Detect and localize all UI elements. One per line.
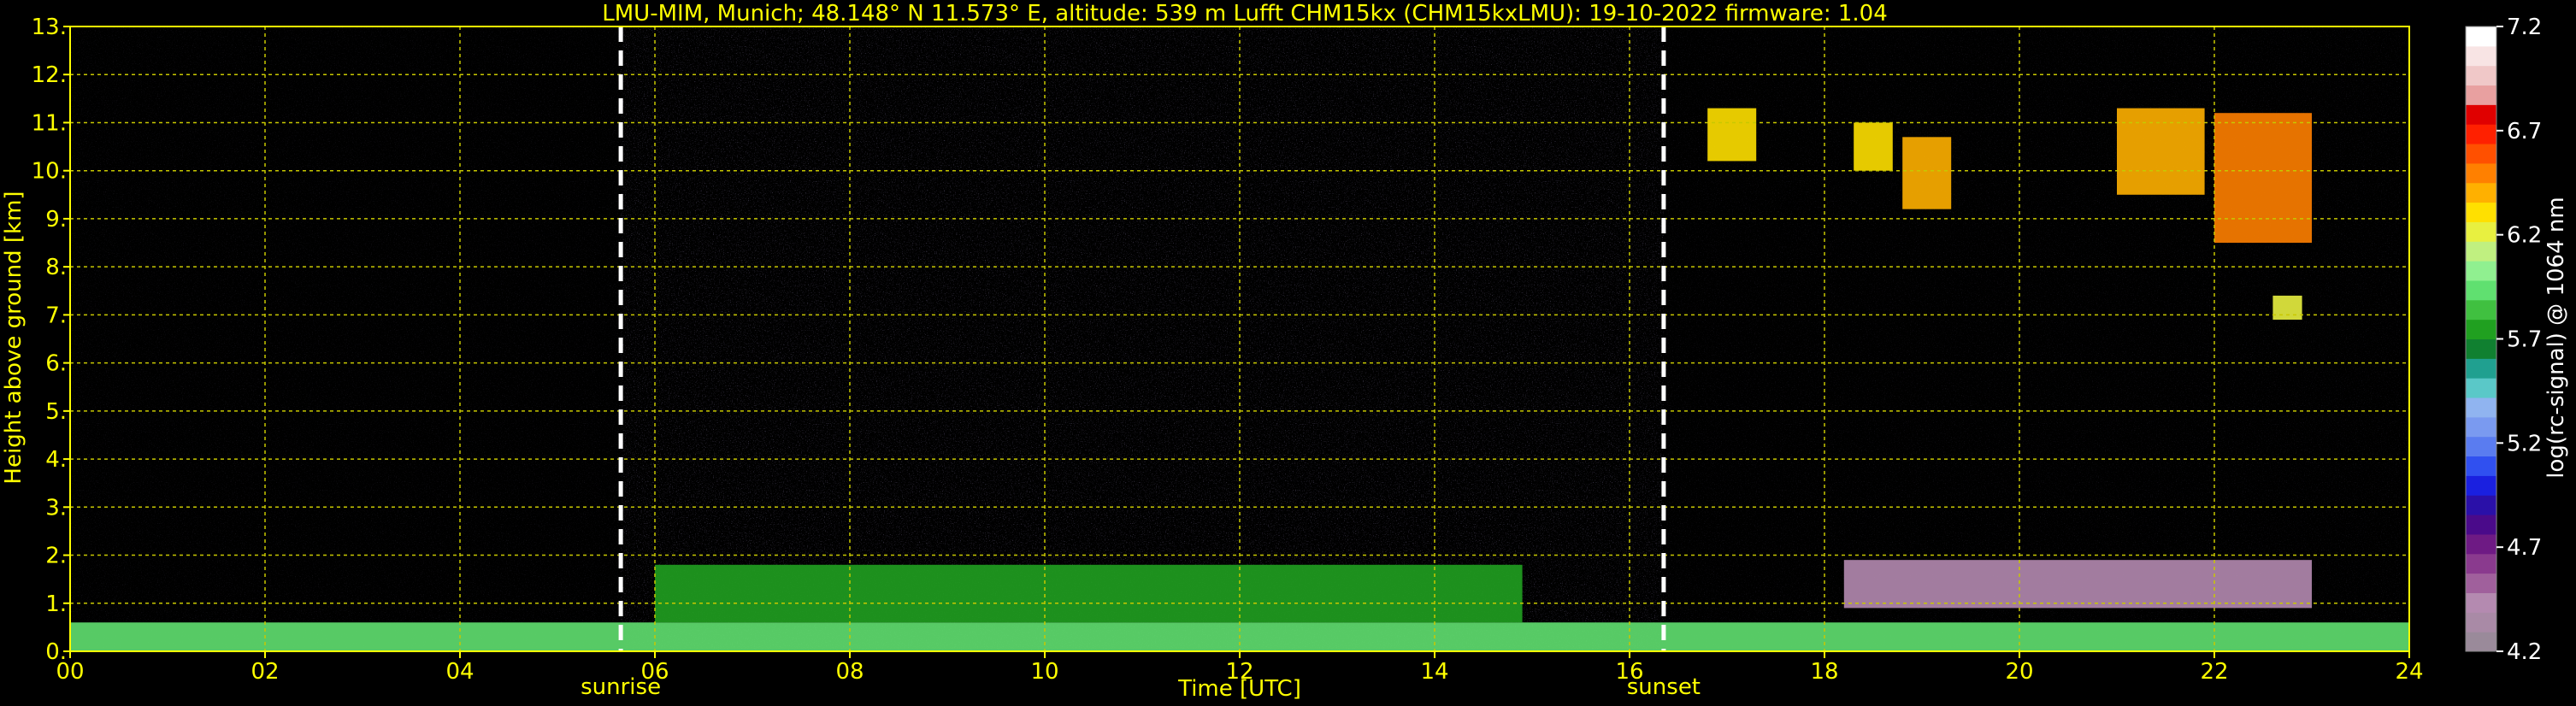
colorbar-segment	[2466, 65, 2496, 86]
x-tick-label: 02	[251, 659, 279, 685]
x-tick-label: 18	[1810, 659, 1838, 685]
night-noise	[70, 26, 2409, 651]
sunrise-label: sunrise	[581, 674, 661, 700]
signal-region-cirrus	[1854, 122, 1893, 171]
colorbar-segment	[2466, 241, 2496, 262]
signal-region-cirrus	[1707, 108, 1757, 162]
colorbar-tick-label: 6.7	[2507, 119, 2542, 144]
plot-area	[70, 26, 2409, 651]
colorbar-segment	[2466, 202, 2496, 222]
colorbar-segment	[2466, 182, 2496, 203]
colorbar-segment	[2466, 85, 2496, 105]
x-tick-label: 08	[835, 659, 864, 685]
colorbar-tick-label: 7.2	[2507, 15, 2542, 40]
colorbar-segment	[2466, 533, 2496, 555]
x-tick-label: 20	[2005, 659, 2033, 685]
colorbar-segment	[2466, 124, 2496, 144]
colorbar-segment	[2466, 515, 2496, 535]
x-tick-label: 04	[445, 659, 474, 685]
colorbar-segment	[2466, 358, 2496, 379]
x-tick-label: 24	[2395, 659, 2423, 685]
signal-region-aerosol-layer	[655, 564, 1523, 623]
colorbar-segment	[2466, 397, 2496, 418]
y-tick-label: 8.	[45, 255, 67, 280]
colorbar-segment	[2466, 632, 2496, 652]
y-tick-label: 11.	[32, 110, 67, 136]
colorbar-tick-label: 6.2	[2507, 223, 2542, 249]
y-tick-label: 4.	[45, 447, 67, 473]
colorbar-segment	[2466, 319, 2496, 339]
colorbar-segment	[2466, 416, 2496, 438]
y-tick-label: 0.	[45, 639, 67, 665]
signal-region-cirrus	[2272, 295, 2302, 321]
signal-region-residual-layer	[1843, 560, 2312, 609]
y-tick-label: 13.	[32, 15, 67, 40]
colorbar-segment	[2466, 338, 2496, 359]
colorbar-segment	[2466, 592, 2496, 613]
colorbar-segment	[2466, 378, 2496, 398]
x-tick-label: 10	[1030, 659, 1058, 685]
sunset-label: sunset	[1627, 674, 1701, 700]
x-tick-label: 22	[2200, 659, 2228, 685]
colorbar-segment	[2466, 475, 2496, 496]
y-tick-label: 12.	[32, 62, 67, 88]
colorbar-segment	[2466, 553, 2496, 574]
background-noise	[70, 26, 2409, 651]
colorbar-segment	[2466, 221, 2496, 242]
colorbar-segment	[2466, 299, 2496, 321]
y-axis-title: Height above ground [km]	[1, 191, 27, 484]
y-tick-label: 2.	[45, 544, 67, 569]
signal-region-cirrus	[2117, 108, 2205, 195]
chart-title: LMU-MIM, Munich; 48.148° N 11.573° E, al…	[602, 1, 1887, 26]
y-tick-label: 3.	[45, 495, 67, 521]
colorbar-segment	[2466, 436, 2496, 457]
colorbar-segment	[2466, 279, 2496, 301]
colorbar-segment	[2466, 104, 2496, 125]
y-tick-label: 1.	[45, 591, 67, 617]
colorbar-tick-label: 4.2	[2507, 639, 2542, 665]
colorbar-title: log(rc-signal) @ 1064 nm	[2544, 197, 2569, 478]
x-axis-title: Time [UTC]	[1177, 676, 1301, 702]
signal-region-cirrus	[2214, 113, 2312, 244]
colorbar-segment	[2466, 612, 2496, 632]
y-tick-label: 10.	[32, 159, 67, 185]
colorbar-segment	[2466, 261, 2496, 281]
colorbar-tick-label: 5.7	[2507, 327, 2542, 353]
y-tick-label: 5.	[45, 399, 67, 425]
colorbar-tick-label: 5.2	[2507, 431, 2542, 456]
colorbar-tick-label: 4.7	[2507, 535, 2542, 561]
y-tick-label: 6.	[45, 351, 67, 377]
colorbar-segment	[2466, 45, 2496, 67]
colorbar-segment	[2466, 26, 2496, 47]
y-tick-label: 9.	[45, 207, 67, 232]
signal-region-cirrus	[1902, 137, 1952, 209]
colorbar: 4.2 4.7 5.2 5.7 6.2 6.7 7.2	[2465, 15, 2542, 665]
colorbar-segment	[2466, 573, 2496, 593]
x-tick-label: 14	[1420, 659, 1448, 685]
ceilometer-chart: 00 02 04 06 08 10 12 14 16 18 20 22 240.1.2.3.4.5.6.…	[1, 1, 2569, 702]
colorbar-segment	[2466, 495, 2496, 515]
colorbar-segment	[2466, 162, 2496, 184]
y-tick-label: 7.	[45, 303, 67, 328]
colorbar-segment	[2466, 144, 2496, 164]
colorbar-segment	[2466, 456, 2496, 476]
